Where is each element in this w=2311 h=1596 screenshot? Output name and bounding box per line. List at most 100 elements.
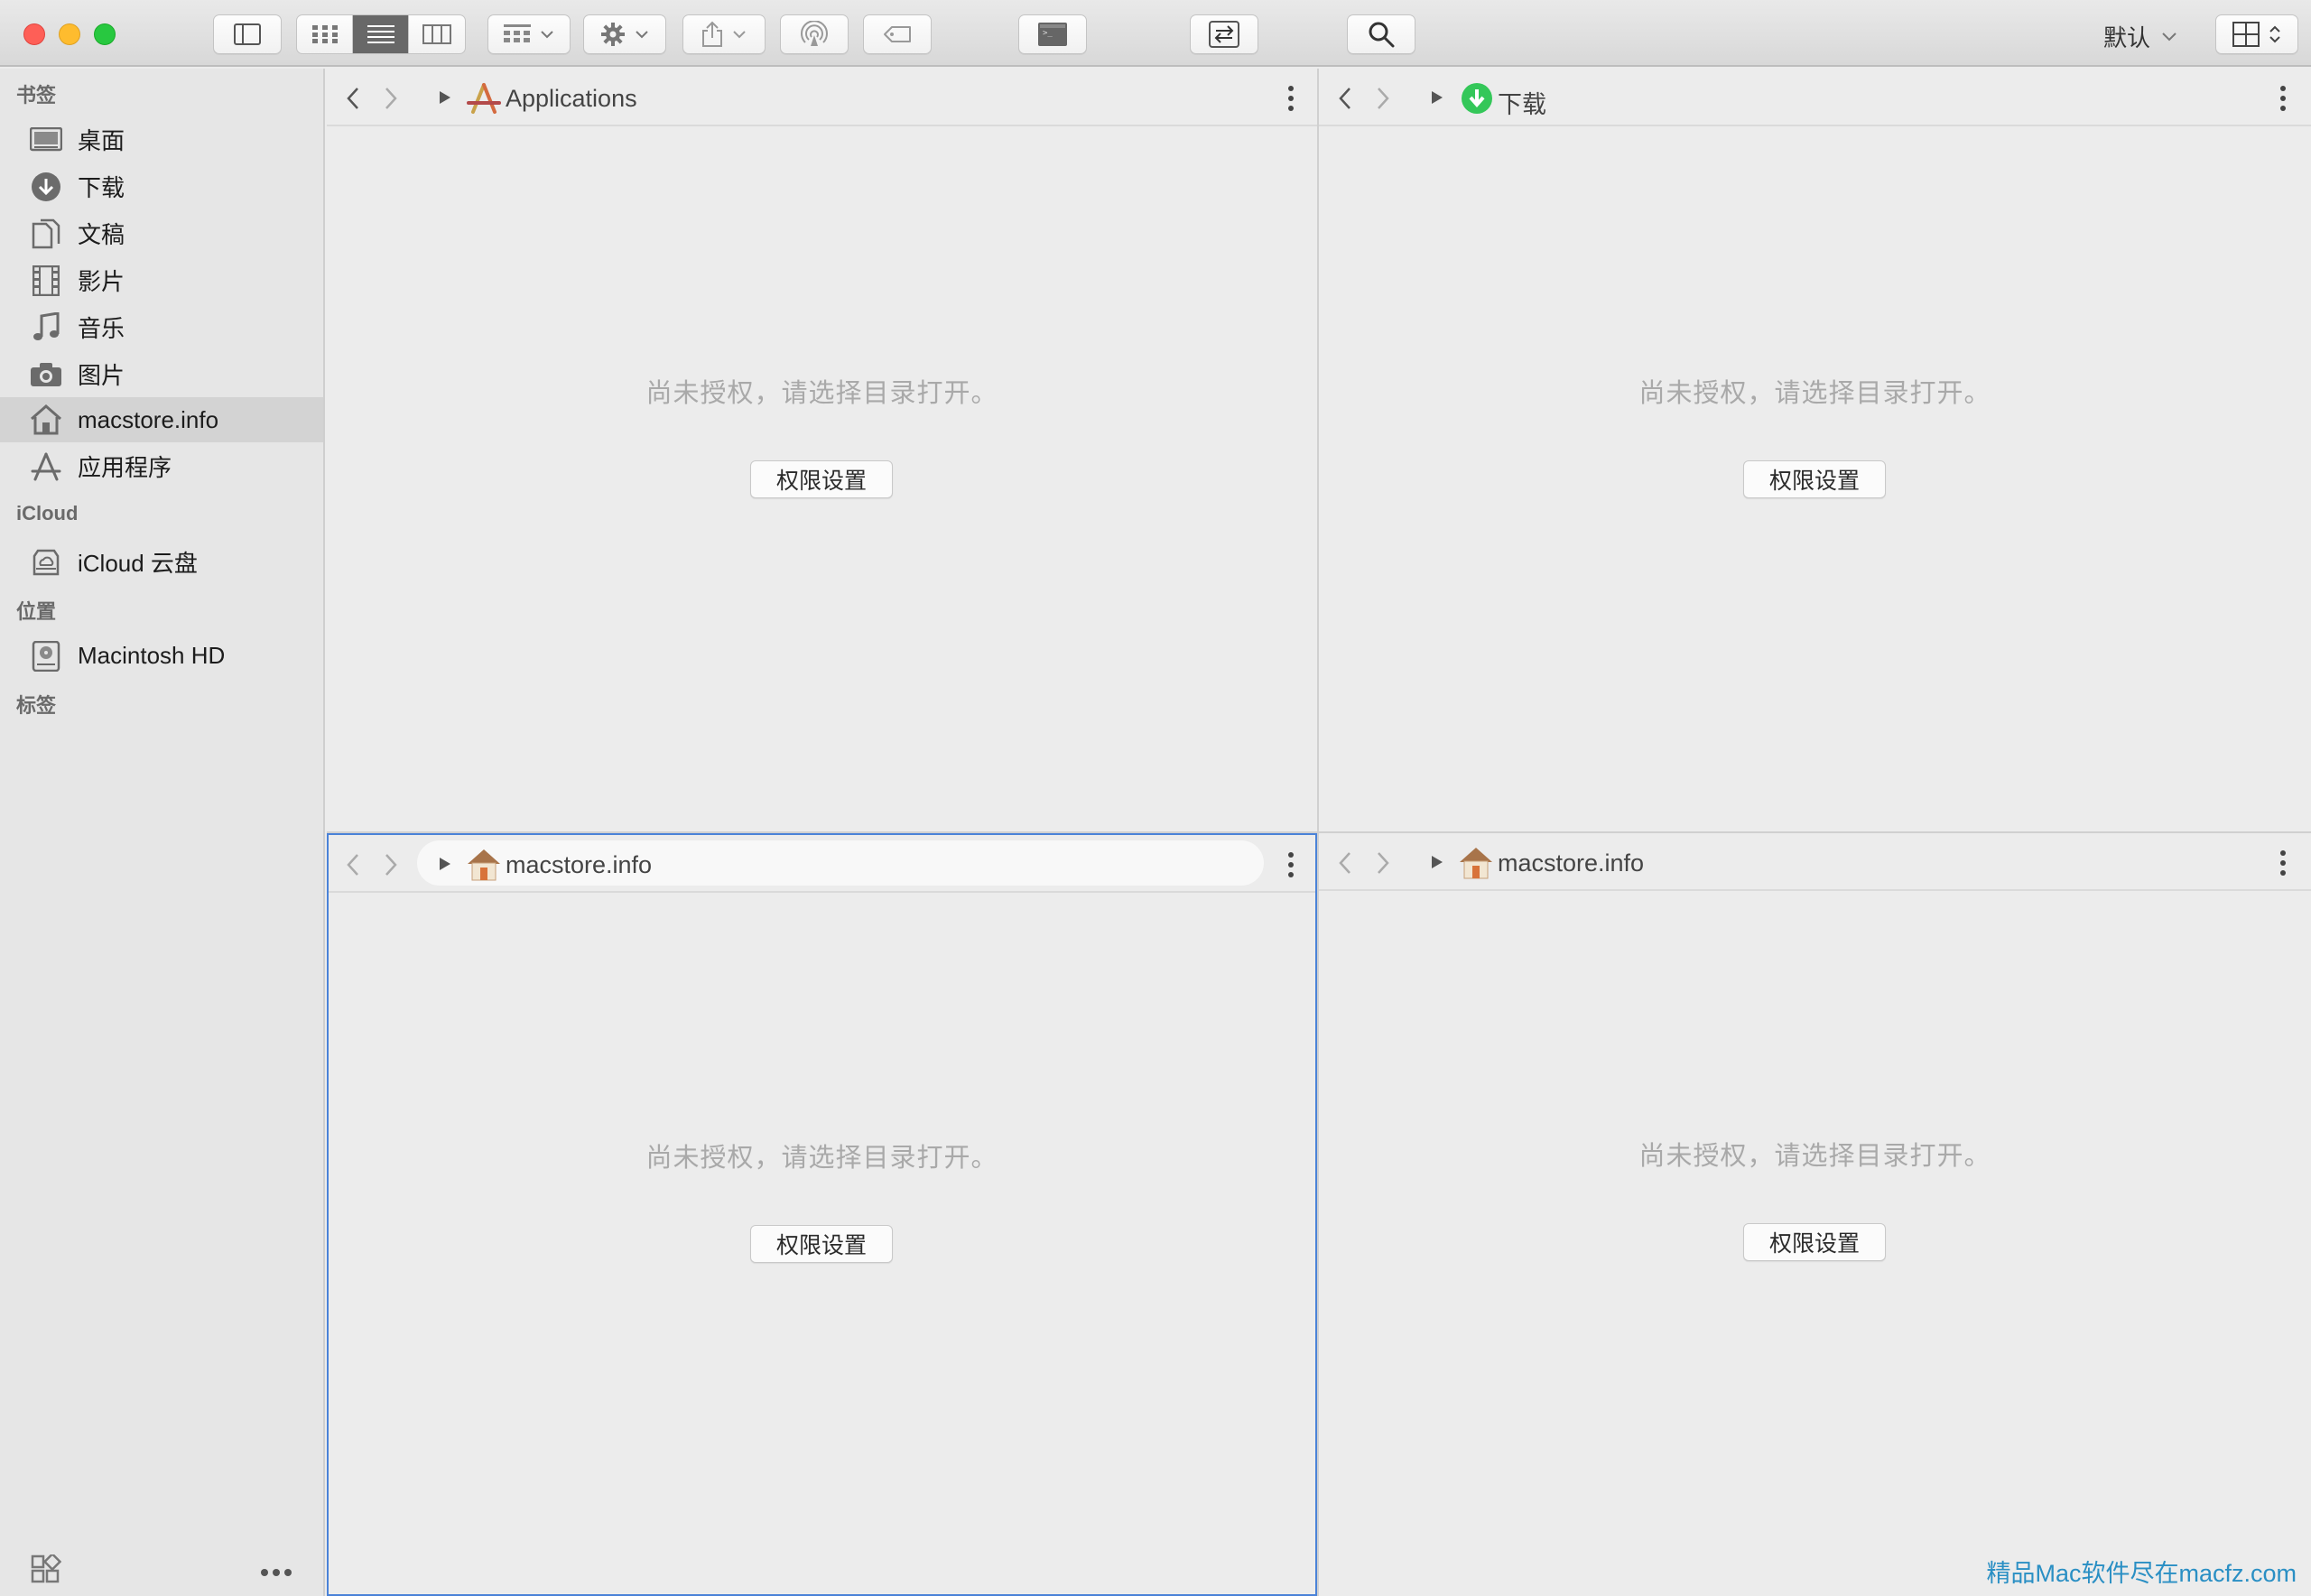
pane-path-bar: macstore.info: [1319, 833, 2311, 891]
sidebar-item-applications[interactable]: 应用程序: [0, 444, 323, 487]
icon-view-button[interactable]: [297, 15, 353, 53]
sidebar-item-icloud-drive[interactable]: iCloud 云盘: [0, 540, 323, 583]
profile-dropdown[interactable]: 默认: [2103, 20, 2177, 53]
back-arrow-icon[interactable]: [345, 87, 361, 110]
group-by-dropdown[interactable]: [487, 14, 571, 54]
pane-path-label[interactable]: macstore.info: [506, 851, 652, 879]
pane-path-bar: macstore.info: [329, 835, 1315, 893]
pane-more-icon[interactable]: [2279, 85, 2287, 112]
action-dropdown[interactable]: [583, 14, 666, 54]
section-header-icloud: iCloud: [16, 502, 79, 524]
share-icon: [702, 21, 722, 47]
unauthorized-message: 尚未授权，请选择目录打开。: [1638, 379, 1991, 408]
back-arrow-icon[interactable]: [345, 853, 361, 877]
forward-arrow-icon[interactable]: [383, 853, 399, 877]
sync-panes-button[interactable]: [1190, 14, 1258, 54]
back-arrow-icon[interactable]: [1337, 87, 1353, 110]
permission-settings-button[interactable]: 权限设置: [750, 1225, 893, 1263]
camera-icon: [29, 359, 63, 390]
sidebar-item-music[interactable]: 音乐: [0, 305, 323, 348]
pane-path-label[interactable]: macstore.info: [1498, 849, 1644, 877]
back-arrow-icon[interactable]: [1337, 851, 1353, 875]
zoom-window-button[interactable]: [94, 23, 116, 45]
sidebar-icon: [234, 23, 261, 45]
chevron-down-icon: [2162, 32, 2176, 41]
browser-pane-top-left[interactable]: Applications 尚未授权，请选择目录打开。 权限设置: [327, 69, 1317, 831]
unauthorized-message: 尚未授权，请选择目录打开。: [645, 1144, 998, 1173]
expand-triangle-icon[interactable]: [439, 857, 451, 871]
hard-disk-icon: [29, 641, 63, 672]
sidebar-item-desktop[interactable]: 桌面: [0, 117, 323, 161]
profile-label: 默认: [2103, 24, 2151, 51]
minimize-window-button[interactable]: [59, 23, 80, 45]
sidebar-item-label: 下载: [78, 173, 125, 201]
sidebar-item-macintosh-hd[interactable]: Macintosh HD: [0, 634, 323, 677]
pane-more-icon[interactable]: [1287, 851, 1295, 878]
section-header-tags: 标签: [16, 694, 57, 717]
toggle-sidebar-button[interactable]: [213, 14, 282, 54]
sidebar-item-label: iCloud 云盘: [78, 549, 198, 577]
applications-icon: [29, 451, 63, 482]
permission-settings-button[interactable]: 权限设置: [750, 460, 893, 498]
pane-path-label[interactable]: Applications: [506, 85, 637, 113]
forward-arrow-icon[interactable]: [383, 87, 399, 110]
add-widget-icon[interactable]: [31, 1552, 62, 1590]
terminal-button[interactable]: >_: [1018, 14, 1087, 54]
airdrop-icon: [801, 21, 828, 46]
sidebar-item-label: 应用程序: [78, 453, 172, 481]
forward-arrow-icon[interactable]: [1375, 851, 1391, 875]
home-icon: [29, 404, 63, 435]
list-view-icon: [367, 25, 394, 43]
sidebar-item-label: 桌面: [78, 126, 125, 154]
sidebar-item-documents[interactable]: 文稿: [0, 211, 323, 255]
browser-pane-bottom-left[interactable]: macstore.info 尚未授权，请选择目录打开。 权限设置: [327, 833, 1317, 1596]
list-view-button[interactable]: [353, 15, 409, 53]
sidebar-item-pictures[interactable]: 图片: [0, 352, 323, 395]
pane-more-icon[interactable]: [2279, 849, 2287, 877]
tag-button[interactable]: [863, 14, 932, 54]
tag-icon: [884, 26, 911, 42]
film-icon: [29, 265, 63, 296]
watermark-text: 精品Mac软件尽在macfz.com: [1986, 1560, 2297, 1587]
download-folder-icon: [1462, 83, 1492, 114]
browser-pane-bottom-right[interactable]: macstore.info 尚未授权，请选择目录打开。 权限设置: [1319, 833, 2311, 1596]
close-window-button[interactable]: [23, 23, 45, 45]
horizontal-pane-divider[interactable]: [327, 831, 2311, 833]
applications-folder-icon: [467, 83, 501, 114]
more-options-icon[interactable]: [260, 1565, 292, 1582]
layout-selector[interactable]: [2215, 14, 2298, 54]
toolbar: >_ 默认: [0, 0, 2311, 67]
section-header-bookmarks: 书签: [16, 84, 57, 107]
expand-triangle-icon[interactable]: [439, 90, 451, 105]
four-pane-layout-icon: [2232, 22, 2260, 47]
pane-path-bar: 下载: [1319, 69, 2311, 126]
sidebar: 书签 桌面 下载 文稿 影片 音乐 图片 macstore.info 应用程序 …: [0, 69, 325, 1596]
pane-path-label[interactable]: 下载: [1498, 85, 1546, 120]
sidebar-item-label: 图片: [78, 361, 125, 389]
music-icon: [29, 312, 63, 343]
expand-triangle-icon[interactable]: [1431, 90, 1443, 105]
sidebar-item-movies[interactable]: 影片: [0, 258, 323, 302]
home-folder-icon: [1460, 848, 1492, 879]
sidebar-item-label: macstore.info: [78, 405, 219, 433]
documents-icon: [29, 218, 63, 249]
expand-triangle-icon[interactable]: [1431, 855, 1443, 869]
browser-pane-top-right[interactable]: 下载 尚未授权，请选择目录打开。 权限设置: [1319, 69, 2311, 831]
search-button[interactable]: [1347, 14, 1415, 54]
home-folder-icon: [468, 849, 500, 881]
chevron-down-icon: [733, 31, 746, 39]
forward-arrow-icon[interactable]: [1375, 87, 1391, 110]
permission-settings-button[interactable]: 权限设置: [1743, 460, 1886, 498]
stepper-arrows-icon: [2269, 25, 2280, 43]
sidebar-item-home[interactable]: macstore.info: [0, 397, 323, 442]
share-dropdown[interactable]: [682, 14, 766, 54]
icloud-drive-icon: [29, 547, 63, 578]
sidebar-item-label: 文稿: [78, 220, 125, 248]
pane-more-icon[interactable]: [1287, 85, 1295, 112]
view-mode-segmented-control: [296, 14, 466, 54]
sidebar-item-downloads[interactable]: 下载: [0, 164, 323, 208]
column-view-button[interactable]: [409, 15, 465, 53]
gear-icon: [601, 23, 625, 46]
airdrop-button[interactable]: [780, 14, 849, 54]
permission-settings-button[interactable]: 权限设置: [1743, 1223, 1886, 1261]
